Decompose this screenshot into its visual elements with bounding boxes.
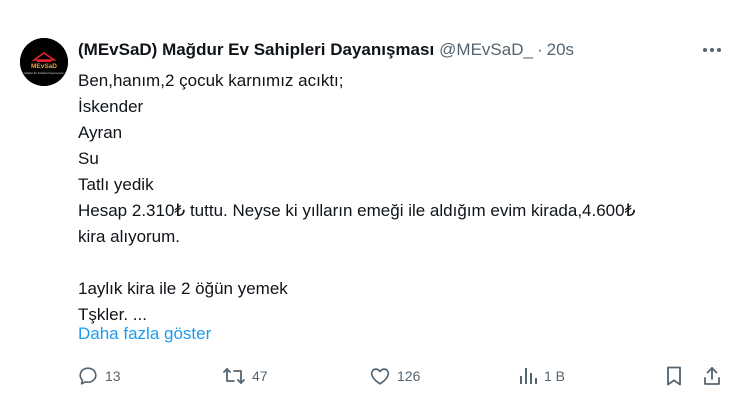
show-more-link[interactable]: Daha fazla göster <box>78 322 211 346</box>
reply-count: 13 <box>105 368 121 384</box>
tweet-text: Ben,hanım,2 çocuk karnımız acıktı; İsken… <box>78 68 718 328</box>
like-button[interactable]: 126 <box>369 362 420 390</box>
retweet-count: 47 <box>252 368 268 384</box>
share-icon <box>704 367 720 385</box>
tweet-line: Su <box>78 149 99 168</box>
avatar[interactable]: MEvSaD Mağdur Ev Sahipleri Dayanışması <box>20 38 68 86</box>
like-icon <box>370 368 390 385</box>
separator-dot: · <box>536 40 543 59</box>
tweet-timestamp[interactable]: 20s <box>547 38 574 62</box>
tweet-line: 1aylık kira ile 2 öğün yemek <box>78 279 288 298</box>
more-icon <box>703 48 721 52</box>
views-icon <box>520 368 537 384</box>
avatar-subtitle: Mağdur Ev Sahipleri Dayanışması <box>24 71 63 75</box>
avatar-logo: MEvSaD Mağdur Ev Sahipleri Dayanışması <box>20 38 68 86</box>
more-options-button[interactable] <box>700 40 724 60</box>
reply-icon <box>79 367 97 385</box>
author-handle[interactable]: @MEvSaD_ <box>439 38 533 62</box>
tweet-line: Ben,hanım,2 çocuk karnımız acıktı; <box>78 71 344 90</box>
avatar-title: MEvSaD <box>31 63 57 70</box>
share-button[interactable] <box>702 362 722 390</box>
tweet-line: Hesap 2.310₺ tuttu. Neyse ki yılların em… <box>78 201 636 220</box>
author-display-name[interactable]: (MEvSaD) Mağdur Ev Sahipleri Dayanışması <box>78 38 434 62</box>
bookmark-icon <box>667 366 681 386</box>
retweet-icon <box>223 368 245 384</box>
views-count: 1 B <box>544 368 566 384</box>
tweet-line: Tatlı yedik <box>78 175 154 194</box>
tweet-line: Ayran <box>78 123 123 142</box>
tweet-header: (MEvSaD) Mağdur Ev Sahipleri Dayanışması… <box>78 38 574 62</box>
retweet-button[interactable]: 47 <box>222 362 268 390</box>
tweet-line-empty <box>78 250 718 276</box>
views-button[interactable]: 1 B <box>518 362 565 390</box>
tweet-line: İskender <box>78 97 144 116</box>
action-bar: 13 47 126 1 B <box>0 362 730 390</box>
like-count: 126 <box>397 368 421 384</box>
reply-button[interactable]: 13 <box>77 362 121 390</box>
tweet-line: kira alıyorum. <box>78 227 181 246</box>
tweet[interactable]: MEvSaD Mağdur Ev Sahipleri Dayanışması (… <box>0 0 730 420</box>
bookmark-button[interactable] <box>664 362 684 390</box>
